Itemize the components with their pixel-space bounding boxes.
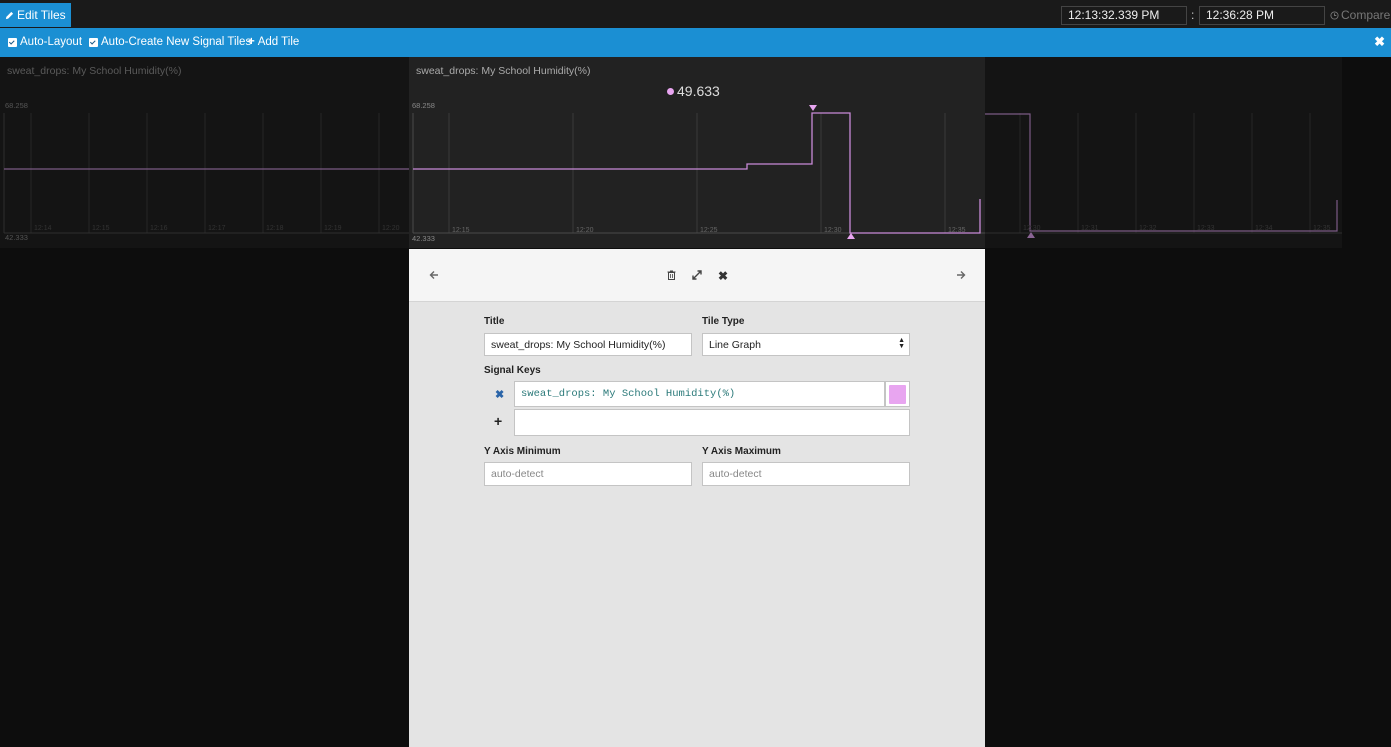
y-axis-min-input[interactable]: auto-detect <box>484 462 692 486</box>
tile-type-label: Tile Type <box>702 316 745 327</box>
x-tick-label: 12:31 <box>1081 225 1099 232</box>
clock-icon <box>1330 10 1339 20</box>
x-tick-label: 12:16 <box>150 225 168 232</box>
tile-center-selected[interactable]: sweat_drops: My School Humidity(%) 49.63… <box>409 57 985 248</box>
tile-editor-panel: ✖ Title sweat_drops: My School Humidity(… <box>409 249 985 747</box>
checkbox-icon[interactable] <box>89 37 98 47</box>
x-tick-label: 12:32 <box>1139 225 1157 232</box>
x-tick-label: 12:15 <box>92 225 110 232</box>
arrow-left-icon[interactable] <box>429 269 439 283</box>
signal-keys-label: Signal Keys <box>484 365 541 376</box>
title-input[interactable]: sweat_drops: My School Humidity(%) <box>484 333 692 356</box>
compare-label: Compare <box>1341 8 1391 22</box>
x-tick-label: 12:25 <box>700 227 718 234</box>
line-graph: 12:14 12:15 12:16 12:17 12:18 12:19 12:2… <box>3 113 409 234</box>
min-marker <box>847 233 855 239</box>
top-toolbar: Edit Tiles 12:13:32.339 PM : 12:36:28 PM… <box>0 0 1391 28</box>
edit-options-bar: Auto-Layout Auto-Create New Signal Tiles… <box>0 28 1391 57</box>
auto-create-toggle[interactable]: Auto-Create New Signal Tiles <box>89 36 251 48</box>
remove-signal-icon[interactable]: ✖ <box>495 388 504 401</box>
plus-icon: + <box>248 36 255 48</box>
x-tick-label: 12:15 <box>452 227 470 234</box>
series-line <box>985 113 1338 232</box>
edit-tiles-button[interactable]: Edit Tiles <box>0 3 71 27</box>
auto-layout-label: Auto-Layout <box>20 36 83 48</box>
x-tick-label: 12:30 <box>824 227 842 234</box>
add-tile-label: Add Tile <box>257 36 300 48</box>
signal-color-picker[interactable] <box>885 381 910 407</box>
compare-button[interactable]: Compare <box>1330 8 1390 22</box>
line-graph: 12:30 12:31 12:32 12:33 12:34 12:35 <box>985 113 1342 238</box>
x-tick-label: 12:20 <box>382 225 400 232</box>
time-separator: : <box>1191 8 1195 22</box>
signal-key-input[interactable]: sweat_drops: My School Humidity(%) <box>514 381 885 407</box>
tile-type-select[interactable]: Line Graph ▲ ▼ <box>702 333 910 356</box>
auto-create-label: Auto-Create New Signal Tiles <box>101 36 252 48</box>
trash-icon[interactable] <box>667 269 676 283</box>
arrow-right-icon[interactable] <box>956 269 966 283</box>
y-axis-min-label: Y Axis Minimum <box>484 446 561 457</box>
x-tick-label: 12:18 <box>266 225 284 232</box>
select-arrows-icon: ▲ ▼ <box>898 337 905 350</box>
x-tick-label: 12:35 <box>1313 225 1331 232</box>
start-time-input[interactable]: 12:13:32.339 PM <box>1061 6 1187 25</box>
x-tick-label: 12:33 <box>1197 225 1215 232</box>
title-label: Title <box>484 316 505 327</box>
x-tick-label: 12:30 <box>1023 225 1041 232</box>
expand-icon[interactable] <box>692 269 702 283</box>
color-swatch <box>889 384 906 404</box>
pencil-icon <box>5 11 14 19</box>
line-graph: 12:15 12:20 12:25 12:30 12:35 <box>412 105 985 239</box>
x-tick-label: 12:34 <box>1255 225 1273 232</box>
x-tick-label: 12:19 <box>324 225 342 232</box>
tile-type-value: Line Graph <box>709 338 761 351</box>
editor-header: ✖ <box>409 249 985 302</box>
x-tick-label: 12:14 <box>34 225 52 232</box>
x-tick-label: 12:20 <box>576 227 594 234</box>
auto-layout-toggle[interactable]: Auto-Layout <box>8 36 82 48</box>
add-signal-icon[interactable]: + <box>494 413 502 429</box>
x-tick-label: 12:17 <box>208 225 226 232</box>
close-icon[interactable]: ✖ <box>718 269 728 283</box>
edit-tiles-label: Edit Tiles <box>17 8 66 22</box>
y-axis-max-input[interactable]: auto-detect <box>702 462 910 486</box>
y-axis-max-label: Y Axis Maximum <box>702 446 781 457</box>
new-signal-key-input[interactable] <box>514 409 910 436</box>
checkbox-icon[interactable] <box>8 37 17 47</box>
tile-left[interactable]: sweat_drops: My School Humidity(%) 68.25… <box>0 57 409 248</box>
end-time-input[interactable]: 12:36:28 PM <box>1199 6 1325 25</box>
tile-right[interactable]: 12:30 12:31 12:32 12:33 12:34 12:35 <box>985 57 1342 248</box>
max-marker <box>809 105 817 111</box>
close-icon[interactable]: ✖ <box>1374 34 1385 50</box>
add-tile-button[interactable]: + Add Tile <box>248 36 299 48</box>
x-tick-label: 12:35 <box>948 227 966 234</box>
